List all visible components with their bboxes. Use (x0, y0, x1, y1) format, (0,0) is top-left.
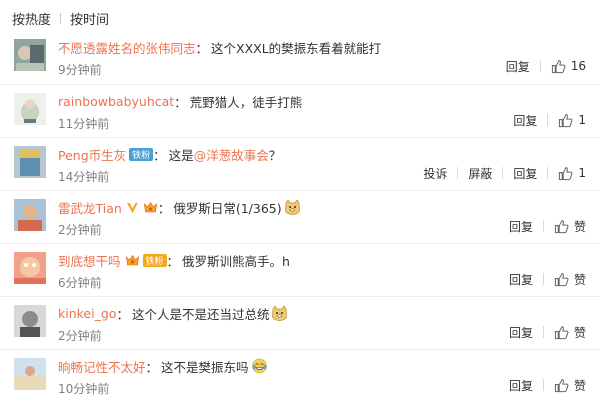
fan-badge: 铁粉 (129, 147, 154, 161)
comment-text: 这不是樊振东吗 (161, 359, 249, 375)
like-label: 赞 (573, 325, 586, 340)
comment-actions: 投诉 屏蔽 回复 1 (423, 164, 586, 182)
action-divider (547, 114, 549, 126)
action-divider (457, 167, 459, 179)
comment-text: 这个人是不是还当过总统 (131, 306, 270, 322)
like-label: 赞 (573, 378, 586, 393)
thumbs-up-icon (554, 325, 569, 339)
comment-actions: 回复 赞 (509, 217, 586, 235)
like-label: 赞 (573, 272, 586, 287)
action-divider (502, 167, 504, 179)
username[interactable]: 不愿透露姓名的张伟同志 (58, 38, 196, 57)
comment-text: 这是 (168, 147, 194, 163)
like-button[interactable]: 赞 (554, 324, 586, 341)
like-button[interactable]: 16 (551, 59, 586, 74)
comment-item: 雷武龙Tian ：俄罗斯日常(1/365) 2分钟前 回复 赞 (0, 190, 600, 243)
vip-crown-icon (125, 254, 139, 265)
timestamp: 6分钟前 (58, 276, 102, 290)
username[interactable]: rainbowbabyuhcat (58, 94, 174, 109)
doge-emoji-icon (272, 305, 288, 321)
timestamp: 11分钟前 (58, 117, 110, 131)
reply-button[interactable]: 回复 (509, 218, 533, 235)
comment-text-end: ？ (268, 147, 282, 163)
comment-item: rainbowbabyuhcat：荒野猎人，徒手打熊 11分钟前 回复 1 (0, 84, 600, 137)
comment-list: 不愿透露姓名的张伟同志：这个XXXL的樊振东看着就能打 9分钟前 回复 16 r… (0, 31, 600, 402)
action-divider (539, 60, 541, 72)
like-count: 16 (570, 59, 586, 73)
sort-by-time-tab[interactable]: 按时间 (70, 9, 109, 28)
comment-item: 到底想干吗 铁粉 ：俄罗斯训熊高手。h 6分钟前 回复 赞 (0, 243, 600, 296)
like-button[interactable]: 赞 (554, 218, 586, 235)
action-divider (542, 273, 544, 285)
comment-text: 俄罗斯训熊高手。h (182, 253, 290, 269)
thumbs-up-icon (551, 59, 566, 73)
like-button[interactable]: 赞 (554, 271, 586, 288)
avatar[interactable] (14, 93, 46, 125)
reply-button[interactable]: 回复 (509, 271, 533, 288)
comment-actions: 回复 赞 (509, 376, 586, 394)
doge-emoji-icon (284, 199, 300, 215)
comment-actions: 回复 1 (513, 111, 586, 129)
verified-v-icon (126, 202, 138, 213)
reply-button[interactable]: 回复 (513, 112, 537, 129)
thumbs-up-icon (554, 378, 569, 392)
avatar[interactable] (14, 358, 46, 390)
comment-text: 这个XXXL的樊振东看着就能打 (211, 40, 382, 56)
avatar[interactable] (14, 146, 46, 178)
avatar[interactable] (14, 199, 46, 231)
username[interactable]: kinkei_go (58, 306, 116, 321)
username[interactable]: 晌畅记性不太好 (58, 357, 146, 376)
like-count: 1 (578, 166, 586, 180)
thumbs-up-icon (559, 166, 573, 180)
comment-actions: 回复 赞 (509, 323, 586, 341)
timestamp: 9分钟前 (58, 63, 102, 77)
username[interactable]: 雷武龙Tian (58, 198, 122, 217)
avatar[interactable] (14, 252, 46, 284)
timestamp: 10分钟前 (58, 382, 110, 396)
comment-item: 晌畅记性不太好：这不是樊振东吗 10分钟前 回复 赞 (0, 349, 600, 402)
timestamp: 2分钟前 (58, 329, 102, 343)
timestamp: 14分钟前 (58, 170, 110, 184)
thumbs-up-icon (554, 219, 569, 233)
like-button[interactable]: 1 (558, 166, 586, 181)
reply-button[interactable]: 回复 (506, 58, 530, 75)
action-divider (547, 167, 549, 179)
like-button[interactable]: 赞 (554, 377, 586, 394)
thumbs-up-icon (559, 113, 573, 127)
sort-divider (60, 12, 62, 24)
comment-actions: 回复 16 (506, 57, 586, 75)
sort-by-hot-tab[interactable]: 按热度 (12, 9, 51, 28)
comment-text: 俄罗斯日常(1/365) (173, 200, 282, 216)
like-label: 赞 (573, 219, 586, 234)
username[interactable]: 到底想干吗 (58, 251, 121, 270)
avatar[interactable] (14, 39, 46, 71)
avatar[interactable] (14, 305, 46, 337)
comment-text: 荒野猎人，徒手打熊 (189, 94, 303, 110)
action-divider (542, 220, 544, 232)
action-divider (542, 379, 544, 391)
reply-button[interactable]: 回复 (513, 165, 537, 182)
report-button[interactable]: 投诉 (423, 165, 447, 182)
timestamp: 2分钟前 (58, 223, 102, 237)
comment-item: kinkei_go：这个人是不是还当过总统 2分钟前 回复 赞 (0, 296, 600, 349)
sort-bar: 按热度 按时间 (12, 8, 109, 28)
thumbs-up-icon (554, 272, 569, 286)
laugh-cry-emoji-icon (251, 358, 267, 374)
like-count: 1 (578, 113, 586, 127)
action-divider (542, 326, 544, 338)
comment-item: Peng币生灰 铁粉 ：这是 @洋葱故事会？ 14分钟前 投诉 屏蔽 回复 1 (0, 137, 600, 190)
reply-button[interactable]: 回复 (509, 324, 533, 341)
vip-crown-icon (143, 201, 157, 212)
comment-actions: 回复 赞 (509, 270, 586, 288)
username[interactable]: Peng币生灰 (58, 145, 126, 164)
like-button[interactable]: 1 (558, 113, 586, 128)
fan-badge: 铁粉 (142, 253, 167, 267)
reply-button[interactable]: 回复 (509, 377, 533, 394)
comment-item: 不愿透露姓名的张伟同志：这个XXXL的樊振东看着就能打 9分钟前 回复 16 (0, 31, 600, 84)
mention-link[interactable]: @洋葱故事会 (194, 145, 269, 164)
block-button[interactable]: 屏蔽 (468, 165, 492, 182)
